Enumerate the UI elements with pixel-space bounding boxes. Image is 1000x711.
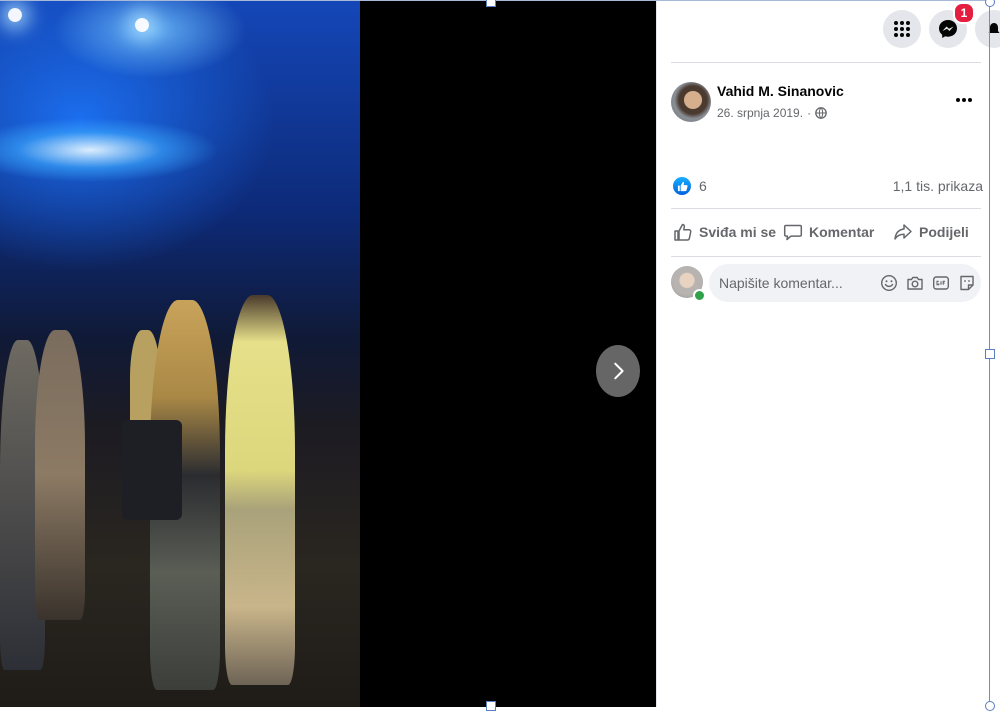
video-player[interactable] bbox=[0, 0, 656, 707]
reaction-count[interactable]: 6 bbox=[699, 178, 707, 194]
comment-button-label: Komentar bbox=[809, 224, 875, 240]
like-reaction-icon[interactable] bbox=[673, 177, 691, 195]
video-person bbox=[225, 295, 295, 685]
sticker-icon bbox=[960, 275, 974, 291]
thumbs-up-icon bbox=[677, 181, 688, 191]
author-name[interactable]: Vahid M. Sinanovic bbox=[717, 83, 844, 99]
resize-handle[interactable] bbox=[985, 701, 995, 711]
comment-input[interactable] bbox=[719, 264, 869, 302]
like-button-label: Sviđa mi se bbox=[699, 224, 777, 240]
more-dots-icon bbox=[956, 98, 972, 102]
camera-icon bbox=[907, 276, 923, 290]
video-frame bbox=[0, 0, 360, 707]
share-button[interactable]: Podijeli bbox=[893, 216, 969, 248]
smiley-icon bbox=[880, 274, 898, 292]
video-person bbox=[35, 330, 85, 620]
video-bag bbox=[122, 420, 182, 520]
stage-light bbox=[8, 8, 22, 22]
globe-icon bbox=[815, 107, 827, 119]
share-button-label: Podijeli bbox=[919, 224, 969, 240]
more-options-button[interactable] bbox=[949, 88, 979, 112]
emoji-button[interactable] bbox=[879, 273, 899, 293]
share-arrow-icon bbox=[894, 224, 912, 240]
divider bbox=[671, 208, 981, 209]
divider bbox=[671, 62, 981, 63]
grid-menu-icon bbox=[894, 21, 910, 37]
resize-handle[interactable] bbox=[985, 349, 995, 359]
sticker-button[interactable] bbox=[957, 273, 977, 293]
like-button[interactable]: Sviđa mi se bbox=[673, 216, 776, 248]
post-date: 26. srpnja 2019. · bbox=[717, 106, 827, 120]
resize-handle[interactable] bbox=[486, 701, 496, 711]
notification-badge: 1 bbox=[953, 2, 975, 24]
author-avatar[interactable] bbox=[671, 82, 711, 122]
date-separator: · bbox=[807, 106, 812, 120]
post-actions: Sviđa mi se Komentar Podijeli bbox=[671, 216, 983, 248]
messenger-icon bbox=[939, 20, 957, 38]
stage-light bbox=[135, 18, 149, 32]
resize-handle[interactable] bbox=[486, 0, 496, 7]
post-panel: 1 Vahid M. Sinanovic 26. srpnja 2019. · … bbox=[656, 0, 1000, 707]
online-status-dot bbox=[693, 289, 706, 302]
menu-button[interactable] bbox=[883, 10, 921, 48]
resize-handle[interactable] bbox=[985, 0, 995, 7]
views-count: 1,1 tis. prikaza bbox=[892, 178, 983, 194]
reactions-summary: 6 1,1 tis. prikaza bbox=[673, 176, 983, 198]
comment-bubble-icon bbox=[783, 224, 803, 241]
gif-icon bbox=[933, 276, 950, 290]
chevron-right-icon bbox=[614, 362, 624, 380]
post-date-text[interactable]: 26. srpnja 2019. bbox=[717, 106, 803, 120]
gif-button[interactable] bbox=[931, 273, 951, 293]
divider bbox=[671, 256, 981, 257]
top-bar: 1 bbox=[657, 0, 1000, 62]
comment-box bbox=[709, 264, 981, 302]
next-video-button[interactable] bbox=[596, 345, 640, 397]
photo-button[interactable] bbox=[905, 273, 925, 293]
thumbs-up-icon bbox=[674, 223, 692, 241]
account-button[interactable] bbox=[975, 10, 1000, 48]
comment-button[interactable]: Komentar bbox=[783, 216, 874, 248]
